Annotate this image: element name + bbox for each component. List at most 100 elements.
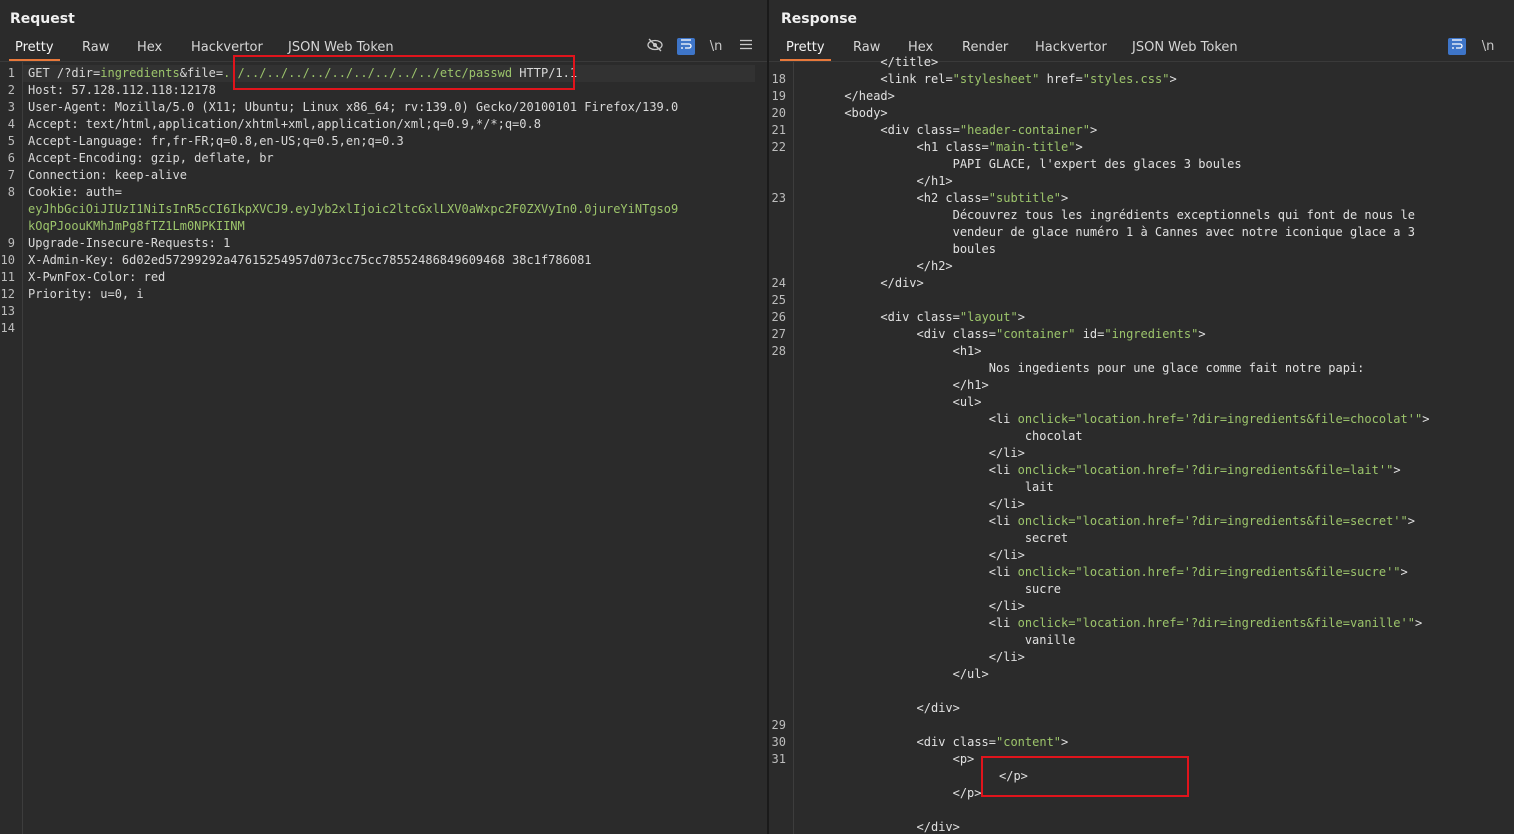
code-token: vendeur de glace numéro 1 à Cannes avec … xyxy=(952,225,1415,239)
tab-pretty[interactable]: Pretty xyxy=(9,38,60,61)
code-line: </div> xyxy=(917,700,960,717)
tab-json-web-token[interactable]: JSON Web Token xyxy=(1126,38,1244,59)
code-token: Priority: u=0, i xyxy=(28,287,144,301)
line-number: 23 xyxy=(771,191,786,205)
code-token: "main-title" xyxy=(988,140,1076,154)
code-line: Cookie: auth= xyxy=(28,184,122,201)
line-number: 8 xyxy=(7,185,15,199)
code-line: </div> xyxy=(880,275,923,292)
code-line: Host: 57.128.112.118:12178 xyxy=(28,82,216,99)
tab-json-web-token[interactable]: JSON Web Token xyxy=(282,38,400,59)
code-token: vanille xyxy=(1024,633,1076,647)
code-token: onclick= xyxy=(1017,514,1076,528)
code-line: <h2 class="subtitle"> xyxy=(917,190,1069,207)
code-token: <li xyxy=(988,565,1018,579)
newline-toggle-icon[interactable]: \n xyxy=(1479,38,1497,55)
wrap-lines-icon[interactable] xyxy=(1448,38,1466,55)
code-token: onclick= xyxy=(1017,616,1076,630)
code-token: > xyxy=(1414,616,1423,630)
code-token: PAPI GLACE, l'expert des glaces 3 boules xyxy=(952,157,1242,171)
eye-off-icon[interactable] xyxy=(646,38,664,55)
code-token: > xyxy=(1400,565,1408,579)
code-token: </title> xyxy=(880,55,939,69)
code-token: <h2 class= xyxy=(916,191,989,205)
line-number: 1 xyxy=(7,66,15,80)
tab-hackvertor[interactable]: Hackvertor xyxy=(185,38,269,59)
line-number: 18 xyxy=(771,72,786,86)
code-token: "subtitle" xyxy=(988,191,1062,205)
code-line: secret xyxy=(1025,530,1068,547)
code-line: sucre xyxy=(1025,581,1061,598)
code-token: secret xyxy=(1024,531,1069,545)
code-token: <h1> xyxy=(952,344,982,358)
code-token: </div> xyxy=(916,820,960,834)
tab-raw[interactable]: Raw xyxy=(76,38,115,59)
code-token: <div class= xyxy=(880,310,960,324)
code-line: kOqPJoouKMhJmPg8fTZ1Lm0NPKIINM xyxy=(28,218,245,235)
code-token: "layout" xyxy=(959,310,1018,324)
code-token: Accept-Language: fr,fr-FR;q=0.8,en-US;q=… xyxy=(28,134,404,148)
code-token: X-PwnFox-Color: red xyxy=(28,270,166,284)
tab-hex[interactable]: Hex xyxy=(131,38,168,59)
line-number: 2 xyxy=(7,83,15,97)
wrap-lines-icon[interactable] xyxy=(677,38,695,55)
code-line: PAPI GLACE, l'expert des glaces 3 boules xyxy=(953,156,1242,173)
code-token: "stylesheet" xyxy=(952,72,1040,86)
request-title: Request xyxy=(10,11,75,27)
code-line: chocolat xyxy=(1025,428,1083,445)
code-line: <ul> xyxy=(953,394,982,411)
code-token: id= xyxy=(1075,327,1105,341)
code-token: <div class= xyxy=(916,735,996,749)
code-token: "styles.css" xyxy=(1082,72,1170,86)
tab-pretty[interactable]: Pretty xyxy=(780,38,831,61)
code-token: <p> xyxy=(952,752,975,766)
code-token: onclick= xyxy=(1017,412,1076,426)
code-line: lait xyxy=(1025,479,1054,496)
tab-divider xyxy=(0,61,767,62)
code-token: Host: 57.128.112.118:12178 xyxy=(28,83,216,97)
code-token: "header-container" xyxy=(959,123,1090,137)
newline-toggle-icon[interactable]: \n xyxy=(707,38,725,55)
tab-render[interactable]: Render xyxy=(956,38,1014,59)
code-line: <p> xyxy=(953,751,975,768)
code-token: <ul> xyxy=(952,395,982,409)
code-line: <div class="header-container"> xyxy=(880,122,1097,139)
code-line: Nos ingedients pour une glace comme fait… xyxy=(989,360,1365,377)
line-number: 11 xyxy=(0,270,15,284)
code-token: Accept-Encoding: gzip, deflate, br xyxy=(28,151,274,165)
code-token: onclick= xyxy=(1017,463,1076,477)
code-line: </h1> xyxy=(953,377,989,394)
line-number: 22 xyxy=(771,140,786,154)
code-token: > xyxy=(1061,735,1069,749)
code-line: vendeur de glace numéro 1 à Cannes avec … xyxy=(953,224,1415,241)
code-token: > xyxy=(1075,140,1083,154)
code-token: > xyxy=(1422,412,1430,426)
code-token: "location.href='?dir=ingredients&file=ch… xyxy=(1075,412,1423,426)
code-line: X-PwnFox-Color: red xyxy=(28,269,165,286)
code-token: "location.href='?dir=ingredients&file=se… xyxy=(1075,514,1408,528)
code-line: <li onclick="location.href='?dir=ingredi… xyxy=(989,411,1430,428)
line-number: 25 xyxy=(771,293,786,307)
response-title: Response xyxy=(781,11,858,27)
highlighted-response-text: </p> xyxy=(999,769,1028,783)
code-token: sucre xyxy=(1024,582,1061,596)
code-token: User-Agent: Mozilla/5.0 (X11; Ubuntu; Li… xyxy=(28,100,679,114)
code-token: > xyxy=(1393,463,1401,477)
request-panel: Request Pretty Raw Hex Hackvertor JSON W… xyxy=(0,0,767,834)
code-line: </div> xyxy=(917,819,960,834)
code-token: onclick= xyxy=(1017,565,1076,579)
code-line: <div class="layout"> xyxy=(880,309,1025,326)
code-line: Découvrez tous les ingrédients exception… xyxy=(953,207,1415,224)
code-token: "container" xyxy=(996,327,1076,341)
code-token: </li> xyxy=(988,446,1025,460)
code-token: eyJhbGciOiJIUzI1NiIsInR5cCI6IkpXVCJ9.eyJ… xyxy=(28,202,679,216)
line-number: 13 xyxy=(0,304,15,318)
menu-icon[interactable] xyxy=(737,38,755,55)
line-number: 6 xyxy=(7,151,15,165)
code-line: </li> xyxy=(989,649,1025,666)
code-line: Accept-Encoding: gzip, deflate, br xyxy=(28,150,274,167)
tab-hackvertor[interactable]: Hackvertor xyxy=(1029,38,1113,59)
code-token: > xyxy=(1407,514,1415,528)
code-token: </li> xyxy=(988,548,1025,562)
code-line: <div class="content"> xyxy=(917,734,1069,751)
